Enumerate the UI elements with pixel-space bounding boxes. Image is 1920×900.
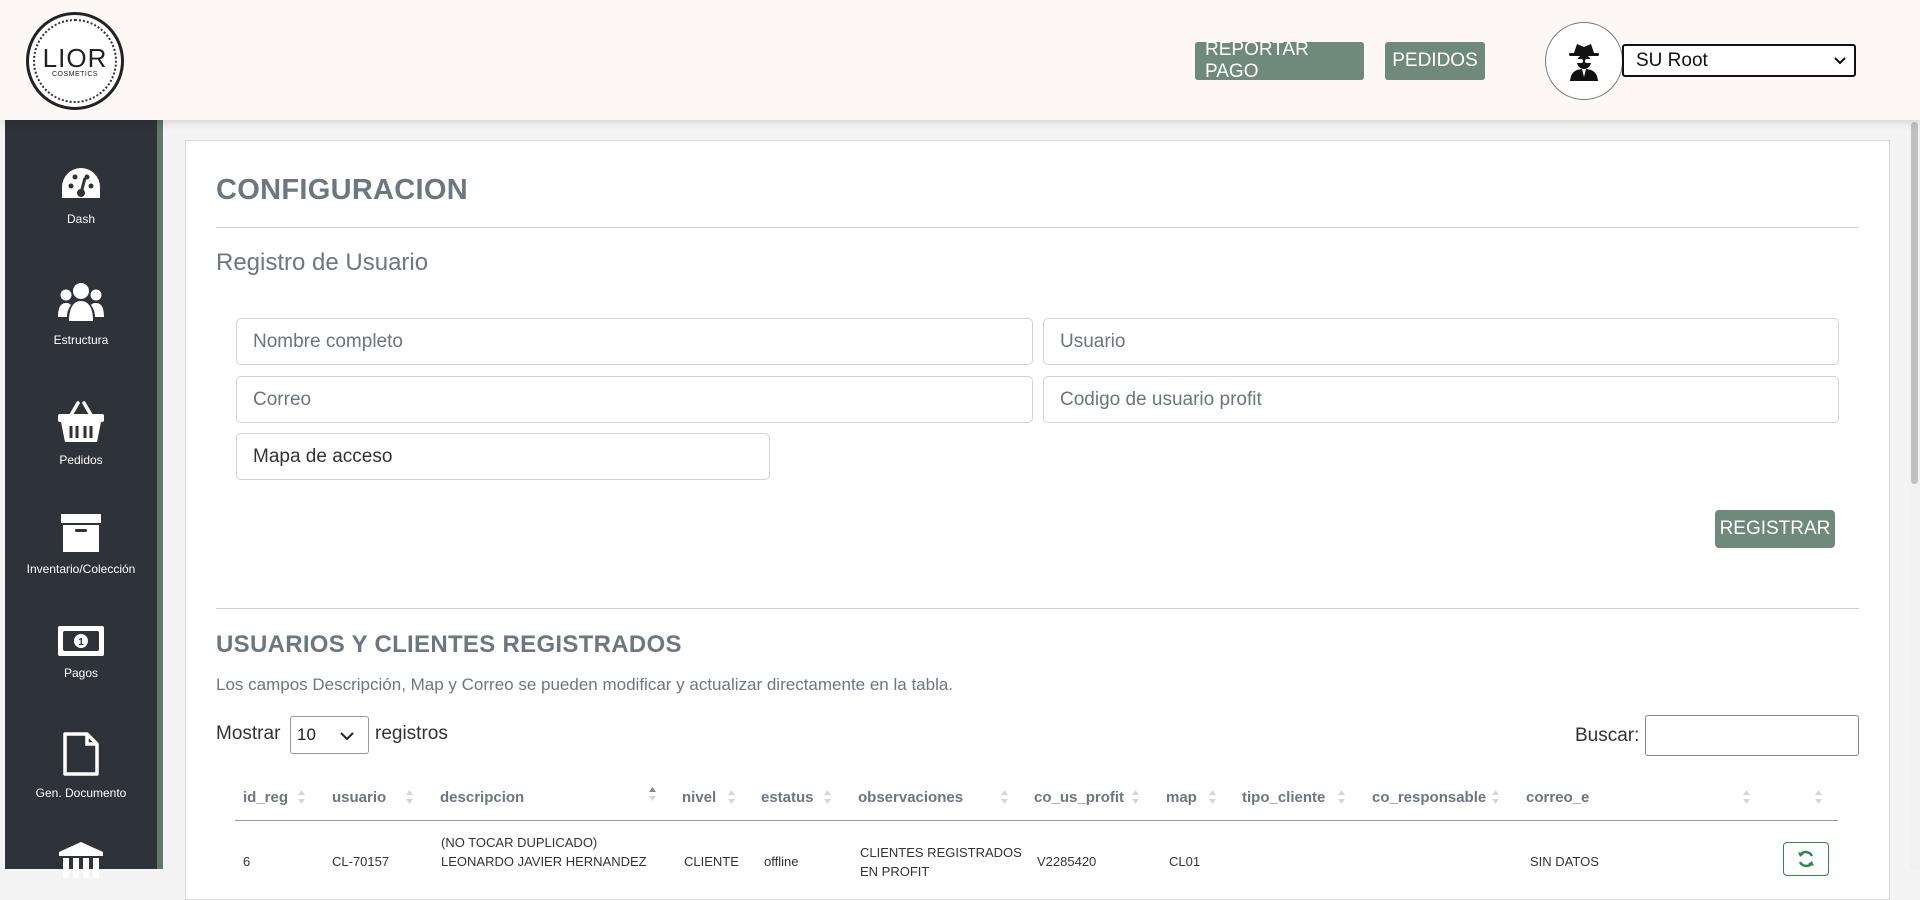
- spy-user-icon: [1569, 44, 1599, 81]
- sidebar-item-label: Dash: [66, 212, 95, 226]
- sidebar-item-label: Gen. Documento: [35, 786, 127, 800]
- sidebar-item-estructura[interactable]: Estructura: [5, 281, 157, 347]
- cell-map[interactable]: CL01: [1169, 854, 1200, 870]
- correo-input[interactable]: Correo: [236, 376, 1033, 423]
- table-header-divider: [235, 820, 1838, 821]
- sidebar-item-dash[interactable]: Dash: [5, 166, 157, 226]
- brand-logo[interactable]: LIOR COSMETICS: [26, 12, 124, 110]
- cell-observaciones-line2: EN PROFIT: [860, 864, 930, 879]
- configuracion-panel: CONFIGURACION Registro de Usuario Nombre…: [185, 140, 1890, 900]
- dashboard-gauge-icon: [62, 168, 100, 198]
- table-note: Los campos Descripción, Map y Correo se …: [216, 675, 954, 694]
- cell-nivel: CLIENTE: [684, 854, 739, 869]
- th-co-responsable[interactable]: co_responsable: [1372, 789, 1486, 806]
- sidebar-item-inventario[interactable]: Inventario/Colección: [5, 514, 157, 576]
- cell-id-reg: 6: [243, 854, 251, 869]
- page-length-select[interactable]: 10: [290, 716, 369, 754]
- refresh-row-button[interactable]: [1783, 842, 1829, 876]
- divider: [216, 608, 1859, 609]
- cell-observaciones-line1: CLIENTES REGISTRADOS: [860, 845, 1022, 860]
- sort-asc-icon: [649, 787, 656, 801]
- mostrar-label: Mostrar: [216, 723, 281, 744]
- logo-subtext: COSMETICS: [51, 70, 99, 78]
- divider: [216, 227, 1859, 228]
- chevron-down-icon: [1834, 57, 1846, 65]
- sort-icon: [1001, 790, 1008, 804]
- users-group-icon: [58, 283, 104, 321]
- search-input[interactable]: [1645, 715, 1859, 756]
- top-bar: LIOR COSMETICS REPORTAR PAGO PEDIDOS SU …: [0, 0, 1920, 120]
- sidebar-item-label: Inventario/Colección: [26, 562, 136, 576]
- bank-building-icon: [59, 842, 103, 878]
- sort-icon: [406, 790, 413, 804]
- th-usuario[interactable]: usuario: [332, 789, 386, 806]
- sidebar-item-bank[interactable]: [5, 842, 157, 892]
- mapa-acceso-select[interactable]: Mapa de acceso: [236, 433, 770, 480]
- svg-text:1: 1: [78, 637, 84, 648]
- money-bill-icon: 1: [58, 626, 104, 656]
- th-observaciones[interactable]: observaciones: [858, 789, 963, 806]
- sidebar-item-pagos[interactable]: 1 Pagos: [5, 626, 157, 680]
- th-estatus[interactable]: estatus: [761, 789, 814, 806]
- th-co-us-profit[interactable]: co_us_profit: [1034, 789, 1124, 806]
- form-title: Registro de Usuario: [216, 249, 429, 276]
- archive-box-icon: [61, 514, 101, 552]
- pedidos-button[interactable]: PEDIDOS: [1385, 42, 1485, 80]
- nombre-completo-input[interactable]: Nombre completo: [236, 318, 1033, 365]
- sort-icon: [1815, 790, 1822, 804]
- user-select-value: SU Root: [1636, 49, 1708, 71]
- reportar-pago-button[interactable]: REPORTAR PAGO: [1195, 39, 1364, 82]
- th-descripcion[interactable]: descripcion: [440, 789, 524, 806]
- avatar[interactable]: [1545, 22, 1623, 100]
- sort-icon: [298, 790, 305, 804]
- document-icon: [63, 732, 99, 776]
- cell-usuario: CL-70157: [332, 854, 390, 869]
- sidebar-item-label: Estructura: [53, 333, 109, 347]
- sort-icon: [1132, 790, 1139, 804]
- th-tipo-cliente[interactable]: tipo_cliente: [1242, 789, 1325, 806]
- sidebar: Dash Estructura Pedidos Inventario/Colec…: [5, 120, 163, 878]
- sort-icon: [1209, 790, 1216, 804]
- sort-icon: [1338, 790, 1345, 804]
- shopping-basket-icon: [58, 401, 104, 442]
- user-select[interactable]: SU Root: [1622, 44, 1856, 77]
- cell-co-us-profit: V2285420: [1037, 854, 1097, 869]
- registrar-button[interactable]: REGISTRAR: [1715, 510, 1835, 548]
- sidebar-item-label: Pagos: [63, 666, 99, 680]
- refresh-icon: [1798, 850, 1814, 868]
- table-title: USUARIOS Y CLIENTES REGISTRADOS: [216, 631, 682, 658]
- th-correo-e[interactable]: correo_e: [1526, 789, 1589, 806]
- cell-descripcion-line2[interactable]: LEONARDO JAVIER HERNANDEZ: [441, 854, 647, 870]
- sort-icon: [1492, 790, 1499, 804]
- sort-icon: [728, 790, 735, 804]
- cell-correo-e[interactable]: SIN DATOS: [1530, 854, 1599, 870]
- codigo-profit-input[interactable]: Codigo de usuario profit: [1043, 376, 1839, 423]
- sidebar-item-gen-documento[interactable]: Gen. Documento: [5, 732, 157, 800]
- sidebar-item-pedidos[interactable]: Pedidos: [5, 401, 157, 467]
- th-nivel[interactable]: nivel: [682, 789, 716, 806]
- scrollbar-thumb[interactable]: [1911, 122, 1918, 484]
- cell-estatus: offline: [764, 854, 799, 869]
- logo-text: LIOR: [42, 42, 108, 73]
- sort-icon: [824, 790, 831, 804]
- chevron-down-icon: [340, 732, 354, 741]
- registros-label: registros: [375, 723, 448, 744]
- usuario-input[interactable]: Usuario: [1043, 318, 1839, 365]
- page-length-value: 10: [297, 725, 316, 744]
- th-id-reg[interactable]: id_reg: [243, 789, 288, 806]
- buscar-label: Buscar:: [1575, 725, 1640, 746]
- sort-icon: [1743, 790, 1750, 804]
- th-map[interactable]: map: [1166, 789, 1197, 806]
- sidebar-item-label: Pedidos: [59, 453, 103, 467]
- cell-descripcion-line1[interactable]: (NO TOCAR DUPLICADO): [441, 835, 597, 851]
- page-title: CONFIGURACION: [216, 174, 468, 206]
